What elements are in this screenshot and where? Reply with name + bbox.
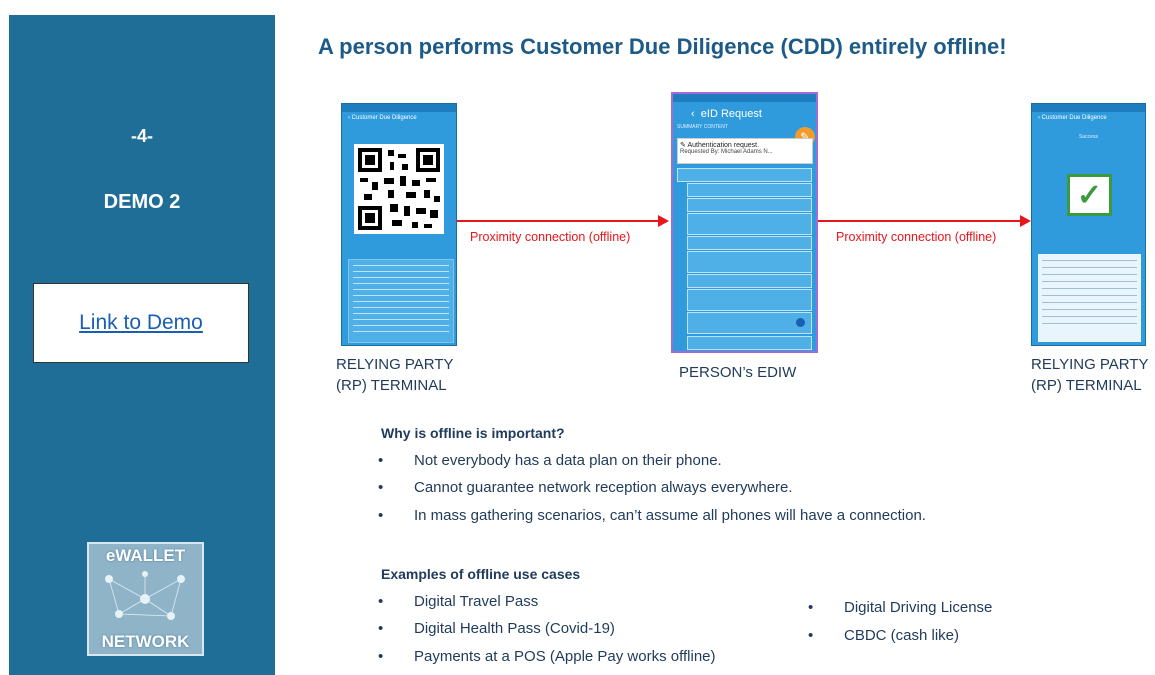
examples-heading: Examples of offline use cases (381, 566, 581, 582)
requested-attributes-row (677, 168, 812, 182)
attribute-row (687, 236, 812, 250)
why-bullet: • Cannot guarantee network reception alwa… (378, 479, 793, 496)
right-caption-line2: (RP) TERMINAL (1031, 377, 1142, 394)
status-bar (673, 94, 816, 102)
app-bar-title: Customer Due Diligence (351, 115, 417, 121)
rp-terminal-phone-left: ‹ Customer Due Diligence (341, 103, 457, 346)
ewallet-network-logo: eWALLET NETWORK (87, 542, 204, 656)
success-check-icon: ✓ (1067, 174, 1112, 216)
person-ediw-phone: ‹ eID Request SUMMARY CONTENT ✎ ✎ Authen… (671, 92, 818, 353)
app-header: ‹ eID Request SUMMARY CONTENT (673, 94, 816, 132)
app-bar: ‹ Customer Due Diligence (342, 112, 456, 128)
connection-log-panel (348, 259, 454, 343)
attribute-row (687, 336, 812, 350)
attribute-row (687, 213, 812, 235)
arrow-1-head-icon (658, 215, 669, 227)
rp-terminal-phone-right: ‹ Customer Due Diligence Success ✓ (1031, 103, 1146, 346)
back-icon: ‹ (348, 115, 350, 121)
authentication-request-box: ✎ Authentication request. Requested By: … (677, 138, 813, 164)
left-caption-line2: (RP) TERMINAL (336, 377, 447, 394)
example-bullet: • Payments at a POS (Apple Pay works offl… (378, 648, 716, 665)
middle-caption: PERSON’s EDIW (679, 364, 797, 381)
example-bullet: • Digital Travel Pass (378, 593, 539, 610)
attribute-row (687, 274, 812, 288)
requested-by-label: Requested By: Michael Adams N... (680, 149, 773, 155)
app-bar: ‹ Customer Due Diligence (1032, 112, 1145, 128)
page-title: A person performs Customer Due Diligence… (318, 34, 1007, 59)
sidebar: -4- DEMO 2 Link to Demo eWALLET NETWORK (9, 15, 275, 675)
arrow-2-head-icon (1020, 215, 1031, 227)
arrow-2-label: Proximity connection (offline) (836, 230, 997, 244)
attribute-row (687, 312, 812, 334)
arrow-2-line (818, 220, 1022, 222)
example-bullet: • CBDC (cash like) (808, 627, 960, 644)
auth-request-label: ✎ Authentication request. (680, 142, 760, 149)
right-caption-line1: RELYING PARTY (1031, 356, 1149, 373)
status-bar (342, 104, 456, 112)
app-bar-title: Customer Due Diligence (1041, 115, 1107, 121)
right-caption: RELYING PARTY (RP) TERMINAL (1031, 354, 1149, 396)
summary-content-tabs: SUMMARY CONTENT (677, 124, 728, 130)
attribute-row (687, 289, 812, 311)
attribute-row (687, 183, 812, 197)
logo-text-ewallet: eWALLET (105, 546, 186, 565)
pencil-small-icon: ✎ (680, 142, 686, 149)
attribute-row (687, 251, 812, 273)
slide-number: -4- (131, 126, 153, 146)
left-caption: RELYING PARTY (RP) TERMINAL (336, 354, 454, 396)
back-icon: ‹ (1038, 115, 1040, 121)
back-icon: ‹ (691, 108, 695, 120)
attribute-row (687, 198, 812, 212)
arrow-1-label: Proximity connection (offline) (470, 230, 631, 244)
left-caption-line1: RELYING PARTY (336, 356, 454, 373)
eid-request-title: ‹ eID Request (691, 108, 762, 120)
link-to-demo[interactable]: Link to Demo (79, 311, 203, 335)
example-bullet: • Digital Driving License (808, 599, 993, 616)
arrow-1-line (457, 220, 661, 222)
demo-link-box: Link to Demo (33, 283, 249, 363)
logo-text-network: NETWORK (101, 632, 190, 651)
why-bullet: • In mass gathering scenarios, can’t assu… (378, 507, 926, 524)
why-heading: Why is offline is important? (381, 425, 565, 441)
toggle-dot-icon (796, 318, 805, 327)
verified-data-panel (1038, 254, 1141, 342)
example-bullet: • Digital Health Pass (Covid-19) (378, 620, 615, 637)
why-bullet: • Not everybody has a data plan on their … (378, 452, 722, 469)
status-bar (1032, 104, 1145, 112)
demo-title: DEMO 2 (103, 191, 181, 213)
success-label: Success (1079, 134, 1098, 140)
qr-code-icon (354, 144, 444, 234)
